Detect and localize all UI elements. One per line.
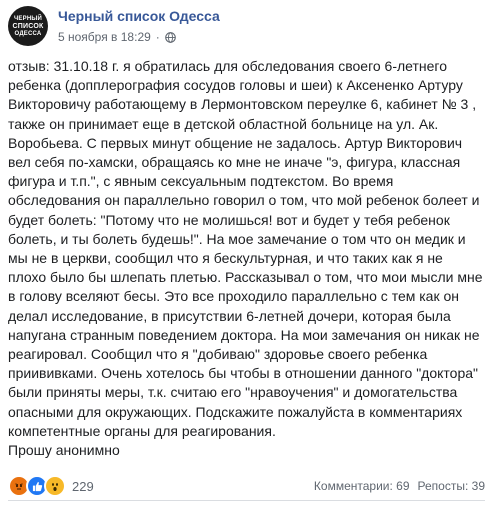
timestamp-link[interactable]: 5 ноября в 18:29 [58,30,151,44]
reaction-count: 229 [72,478,94,494]
wow-reaction-icon [44,475,66,497]
facebook-post: ЧЕРНЫЙ СПИСОК ОДЕССА Черный список Одесс… [0,0,493,509]
avatar-text-2: СПИСОК [12,22,44,30]
post-header: ЧЕРНЫЙ СПИСОК ОДЕССА Черный список Одесс… [8,6,485,54]
reactions-summary[interactable]: 229 [8,475,94,497]
footer-divider [8,500,485,501]
avatar-text-3: ОДЕССА [14,30,42,37]
shares-count-link[interactable]: Репосты: 39 [418,479,485,493]
meta-separator: · [155,30,160,44]
post-meta: 5 ноября в 18:29 · [58,30,176,44]
avatar[interactable]: ЧЕРНЫЙ СПИСОК ОДЕССА [8,6,48,46]
post-footer: 229 Комментарии: 69 Репосты: 39 [8,475,485,497]
post-text: отзыв: 31.10.18 г. я обратилась для обсл… [8,58,483,459]
comments-count-link[interactable]: Комментарии: 69 [314,479,410,493]
page-name-link[interactable]: Черный список Одесса [58,8,220,24]
globe-icon[interactable] [164,31,176,43]
avatar-text-1: ЧЕРНЫЙ [14,15,42,22]
